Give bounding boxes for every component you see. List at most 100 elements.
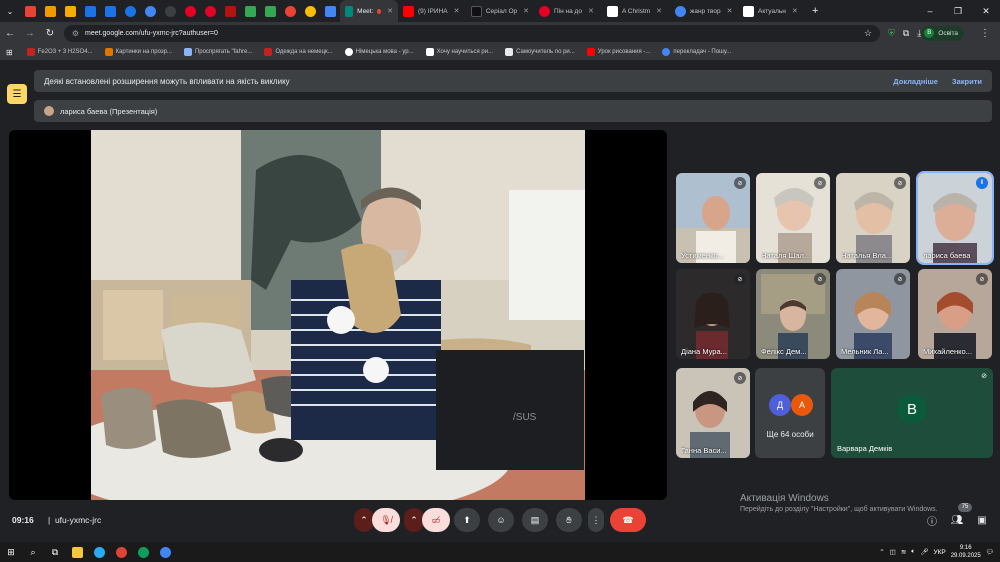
audio-options-button[interactable]: ⌃ [354,508,374,532]
learn-more-link[interactable]: Докладніше [893,77,938,86]
maximize-button[interactable]: ❐ [944,6,972,17]
pinned-tab[interactable] [80,0,100,22]
reload-button[interactable]: ↻ [40,28,60,39]
participant-tile[interactable]: ⊘ Михайленко... [918,269,992,359]
raise-hand-button[interactable]: ✋︎ [556,508,582,532]
pinned-tab[interactable] [100,0,120,22]
participant-tile[interactable]: ⊘ Фелікс Дем... [756,269,830,359]
chevron-up-icon[interactable]: ⌃ [879,548,884,556]
keyboard-language[interactable]: УКР [933,549,945,556]
chat-button[interactable]: ▣ [973,511,991,529]
captions-button[interactable]: ▤ [522,508,548,532]
apps-grid-icon[interactable]: ⊞ [6,48,13,57]
tab-serial[interactable]: Серіал Ор ✕ [466,0,534,22]
bookmark-item[interactable]: Одежда на немецк... [260,48,336,56]
tab-christmas[interactable]: A Christm ✕ [602,0,670,22]
close-icon[interactable]: ✕ [792,7,798,15]
bookmark-item[interactable]: перекладач - Пошу... [658,48,735,56]
people-button[interactable]: 👥︎ [948,511,966,529]
explorer-button[interactable] [66,542,88,562]
tab-pinterest[interactable]: Пін на до ✕ [534,0,602,22]
pinned-tab[interactable] [300,0,320,22]
presenter-bar[interactable]: лариса баева (Презентація) [34,100,992,122]
pinned-tab[interactable] [120,0,140,22]
star-icon[interactable]: ☆ [864,28,872,39]
bookmark-item[interactable]: Хочу научиться ри... [422,48,497,56]
tab-news[interactable]: Актуальн ✕ [738,0,806,22]
participant-tile[interactable]: ⊘ Наталья Вла... [836,173,910,263]
pinned-tab[interactable] [200,0,220,22]
profile-button[interactable]: В Освіта [921,25,964,41]
mic-toggle-button[interactable]: 🎙︎̸ [372,508,400,532]
tab-google[interactable]: жанр твор ✕ [670,0,738,22]
volume-icon[interactable]: 🔈︎ [911,548,915,556]
shield-icon[interactable]: ⛨ [888,28,895,39]
chrome-taskbar-button[interactable] [110,542,132,562]
url-field[interactable]: ⚙ meet.google.com/ufu-yxmc-jrc?authuser=… [63,24,881,42]
pinned-tab[interactable] [220,0,240,22]
close-icon[interactable]: ✕ [387,7,393,15]
participant-tile[interactable]: ⊘ В Варвара Демків [831,368,993,458]
bookmark-item[interactable]: Урок рисования -... [583,48,655,56]
notifications-icon[interactable]: 💬︎ [986,548,994,556]
telegram-button[interactable] [88,542,110,562]
close-window-button[interactable]: ✕ [972,6,1000,17]
network-icon[interactable]: ◫ [890,548,896,556]
presentation-view[interactable]: /SUS [9,130,667,500]
close-icon[interactable]: ✕ [454,7,460,15]
new-tab-button[interactable]: + [812,5,818,17]
present-button[interactable]: ⬆ [454,508,480,532]
bookmark-item[interactable]: Німецька мова - ур... [341,48,418,56]
start-button[interactable]: ⊞ [0,542,22,562]
task-view-button[interactable]: ⧉ [44,542,66,562]
wifi-icon[interactable]: ≋ [901,548,906,556]
close-icon[interactable]: ✕ [588,7,594,15]
clock[interactable]: 9:16 29.09.2025 [951,544,981,560]
pinned-tab[interactable] [240,0,260,22]
pinned-tab[interactable] [180,0,200,22]
close-icon[interactable]: ✕ [523,7,529,15]
pinned-tab[interactable] [60,0,80,22]
pinned-tab[interactable] [320,0,340,22]
bookmark-item[interactable]: Fe2O3 + 3 H2SO4... [23,48,97,56]
close-icon[interactable]: ✕ [656,7,662,15]
meeting-info-button[interactable]: ⓘ [923,511,941,529]
participant-tile[interactable]: ⊘ Наталя Шал... [756,173,830,263]
tab-meet[interactable]: Meet: ✕ [340,0,398,22]
bookmark-item[interactable]: Проспрягать "fahre... [180,48,256,56]
more-options-button[interactable]: ⋮ [588,508,604,532]
pinned-tab[interactable] [40,0,60,22]
minimize-button[interactable]: – [916,6,944,17]
participant-tile[interactable]: ⊘ Ганна Васи... [676,368,750,458]
video-options-button[interactable]: ⌃ [404,508,424,532]
participant-tile[interactable]: ⊘ Устименко... [676,173,750,263]
mic-icon[interactable]: 🎤︎ [920,548,928,556]
participant-tile[interactable]: ⊘ Діана Мура... [676,269,750,359]
chrome-taskbar-button[interactable] [132,542,154,562]
close-banner-button[interactable]: Закрити [952,77,982,86]
tab-search-button[interactable]: ⌄ [0,0,20,22]
search-button[interactable]: ⌕ [22,542,44,562]
pinned-tab[interactable] [280,0,300,22]
close-icon[interactable]: ✕ [727,7,733,15]
warning-icon[interactable]: ☰ [7,84,27,104]
menu-icon[interactable]: ⋮ [980,28,990,39]
more-participants-tile[interactable]: Д А Ще 64 особи [755,368,825,458]
pinned-tab[interactable] [160,0,180,22]
back-button[interactable]: ← [0,28,20,39]
participant-tile[interactable]: ⊘ Мельник Ла... [836,269,910,359]
bookmark-item[interactable]: Самоучитель по ри... [501,48,579,56]
extensions-icon[interactable]: ⧉ [903,28,909,39]
pinned-tab[interactable] [260,0,280,22]
bookmark-item[interactable]: Картинки на прозр... [101,48,176,56]
chrome-taskbar-button[interactable] [154,542,176,562]
participant-tile-speaking[interactable]: ⦀ лариса баева [916,171,994,265]
pinned-tab[interactable] [140,0,160,22]
pinned-tab[interactable] [20,0,40,22]
tab-youtube[interactable]: (9) ІРИНА ✕ [398,0,466,22]
leave-call-button[interactable]: ☎ [610,508,646,532]
forward-button[interactable]: → [20,28,40,39]
reactions-button[interactable]: ☺ [488,508,514,532]
camera-toggle-button[interactable]: ▭̸ [422,508,450,532]
site-settings-icon[interactable]: ⚙ [72,29,79,38]
